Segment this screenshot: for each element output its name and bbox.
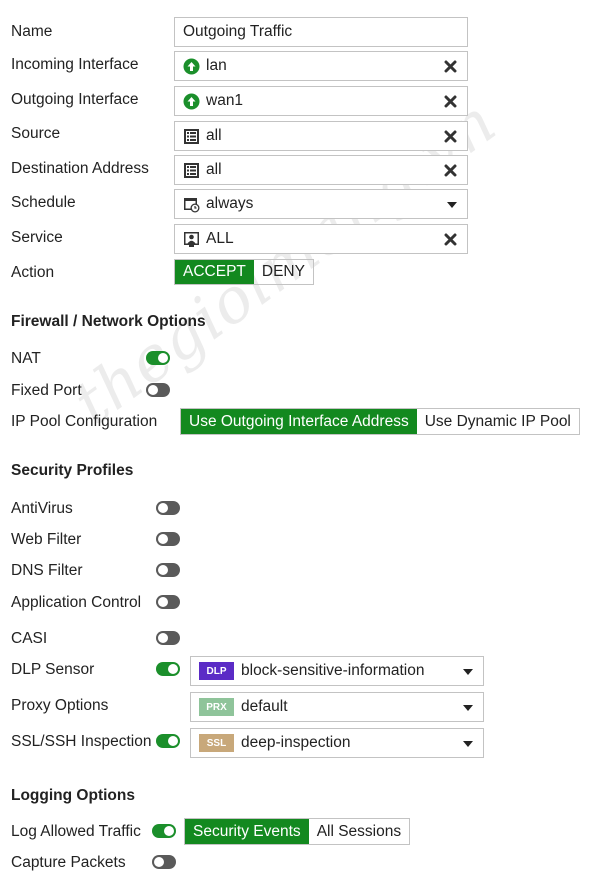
close-icon[interactable] — [444, 233, 457, 246]
address-list-icon — [183, 162, 200, 179]
proxy-options-select[interactable]: PRX default — [190, 692, 484, 722]
incoming-interface-field[interactable]: lan — [174, 51, 468, 81]
chevron-down-icon[interactable] — [447, 202, 457, 208]
security-events-button[interactable]: Security Events — [185, 819, 309, 844]
service-label: Service — [11, 229, 63, 246]
log-allowed-traffic-toggle[interactable] — [152, 824, 176, 838]
source-field[interactable]: all — [174, 121, 468, 151]
application-control-toggle[interactable] — [156, 595, 180, 609]
security-section-title: Security Profiles — [11, 462, 134, 479]
close-icon[interactable] — [444, 164, 457, 177]
dlp-badge: DLP — [199, 662, 234, 680]
chevron-down-icon[interactable] — [463, 705, 473, 711]
dlp-sensor-select[interactable]: DLP block-sensitive-information — [190, 656, 484, 686]
arrow-up-circle-icon — [183, 93, 200, 110]
dns-filter-label: DNS Filter — [11, 562, 83, 579]
log-allowed-traffic-label: Log Allowed Traffic — [11, 823, 141, 840]
dlp-sensor-label: DLP Sensor — [11, 661, 95, 678]
use-dynamic-ip-pool-button[interactable]: Use Dynamic IP Pool — [417, 409, 579, 434]
prx-badge: PRX — [199, 698, 234, 716]
close-icon[interactable] — [444, 95, 457, 108]
casi-toggle[interactable] — [156, 631, 180, 645]
incoming-interface-label: Incoming Interface — [11, 56, 139, 73]
application-control-label: Application Control — [11, 594, 142, 611]
log-options-toggle-group: Security Events All Sessions — [184, 818, 411, 845]
source-label: Source — [11, 125, 61, 142]
service-user-icon — [183, 231, 200, 248]
casi-label: CASI — [11, 630, 48, 647]
name-label: Name — [11, 23, 53, 40]
dlp-sensor-value: block-sensitive-information — [241, 662, 425, 679]
calendar-clock-icon — [183, 196, 200, 213]
source-value: all — [206, 127, 222, 144]
service-value: ALL — [206, 230, 234, 247]
antivirus-label: AntiVirus — [11, 500, 73, 517]
ip-pool-label: IP Pool Configuration — [11, 413, 158, 430]
outgoing-interface-field[interactable]: wan1 — [174, 86, 468, 116]
ssl-inspection-toggle[interactable] — [156, 734, 180, 748]
ssl-badge: SSL — [199, 734, 234, 752]
action-label: Action — [11, 264, 55, 281]
chevron-down-icon[interactable] — [463, 669, 473, 675]
name-input[interactable]: Outgoing Traffic — [174, 17, 468, 47]
web-filter-toggle[interactable] — [156, 532, 180, 546]
destination-label: Destination Address — [11, 160, 149, 177]
nat-label: NAT — [11, 350, 41, 367]
capture-packets-label: Capture Packets — [11, 854, 126, 871]
incoming-interface-value: lan — [206, 57, 227, 74]
use-outgoing-interface-button[interactable]: Use Outgoing Interface Address — [181, 409, 417, 434]
destination-value: all — [206, 161, 222, 178]
destination-field[interactable]: all — [174, 155, 468, 185]
ssl-inspection-select[interactable]: SSL deep-inspection — [190, 728, 484, 758]
capture-packets-toggle[interactable] — [152, 855, 176, 869]
nat-toggle[interactable] — [146, 351, 170, 365]
all-sessions-button[interactable]: All Sessions — [309, 819, 409, 844]
schedule-value: always — [206, 195, 254, 212]
action-accept-button[interactable]: ACCEPT — [175, 260, 254, 284]
proxy-options-label: Proxy Options — [11, 697, 109, 714]
name-input-value: Outgoing Traffic — [183, 23, 293, 40]
dlp-sensor-toggle[interactable] — [156, 662, 180, 676]
proxy-options-value: default — [241, 698, 288, 715]
firewall-section-title: Firewall / Network Options — [11, 313, 206, 330]
address-list-icon — [183, 128, 200, 145]
close-icon[interactable] — [444, 60, 457, 73]
ssl-inspection-value: deep-inspection — [241, 734, 351, 751]
chevron-down-icon[interactable] — [463, 741, 473, 747]
ip-pool-toggle-group: Use Outgoing Interface Address Use Dynam… — [180, 408, 580, 435]
close-icon[interactable] — [444, 130, 457, 143]
outgoing-interface-label: Outgoing Interface — [11, 91, 139, 108]
antivirus-toggle[interactable] — [156, 501, 180, 515]
service-field[interactable]: ALL — [174, 224, 468, 254]
logging-section-title: Logging Options — [11, 787, 135, 804]
action-toggle-group: ACCEPT DENY — [174, 259, 314, 285]
arrow-up-circle-icon — [183, 58, 200, 75]
schedule-select[interactable]: always — [174, 189, 468, 219]
fixed-port-label: Fixed Port — [11, 382, 82, 399]
outgoing-interface-value: wan1 — [206, 92, 244, 109]
action-deny-button[interactable]: DENY — [254, 260, 313, 284]
web-filter-label: Web Filter — [11, 531, 82, 548]
schedule-label: Schedule — [11, 194, 76, 211]
fixed-port-toggle[interactable] — [146, 383, 170, 397]
ssl-inspection-label: SSL/SSH Inspection — [11, 733, 152, 750]
dns-filter-toggle[interactable] — [156, 563, 180, 577]
